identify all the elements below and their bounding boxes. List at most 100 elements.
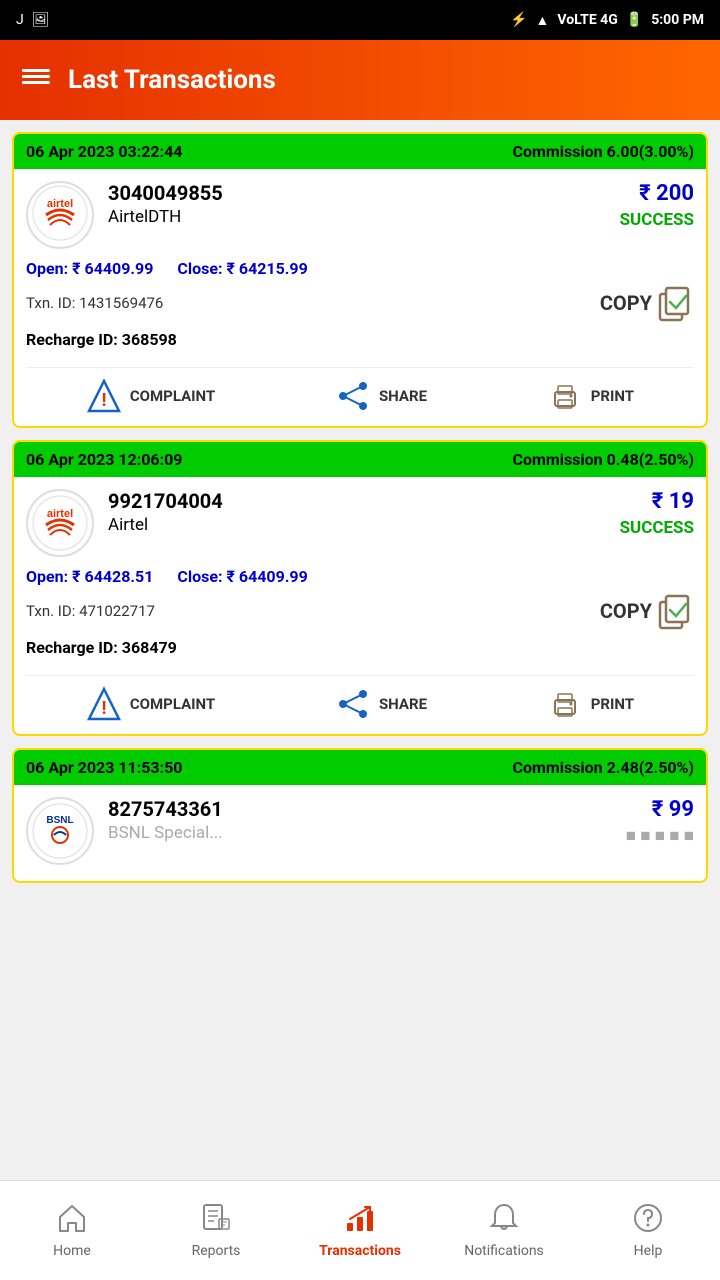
svg-text:BSNL: BSNL — [46, 815, 73, 826]
nav-reports[interactable]: Reports — [144, 1199, 288, 1259]
txn-top-row-1: airtel 3040049855 AirtelDTH ₹ 200 SUCCES… — [26, 181, 694, 249]
copy-button-2[interactable]: COPY — [600, 592, 694, 630]
network-label: VoLTE 4G — [557, 12, 617, 28]
txn-date-2: 06 Apr 2023 12:06:09 — [26, 450, 182, 469]
print-label-1: PRINT — [591, 387, 634, 405]
header: Last Transactions — [0, 40, 720, 120]
home-icon — [53, 1199, 91, 1237]
nav-home[interactable]: Home — [0, 1199, 144, 1259]
svg-text:!: ! — [101, 698, 106, 719]
time-label: 5:00 PM — [651, 12, 704, 28]
txn-id-1: Txn. ID: 1431569476 — [26, 294, 163, 312]
txn-actions-2: ! COMPLAINT SHARE — [26, 675, 694, 722]
notifications-icon — [485, 1199, 523, 1237]
gallery-icon: 🖼 — [32, 12, 50, 28]
bsnl-logo-3: BSNL — [32, 803, 88, 859]
txn-balance-row-2: Open: ₹ 64428.51 Close: ₹ 64409.99 — [26, 567, 694, 586]
provider-logo-1: airtel — [26, 181, 94, 249]
print-button-2[interactable]: PRINT — [547, 686, 634, 722]
provider-logo-3: BSNL — [26, 797, 94, 865]
txn-close-1: Close: ₹ 64215.99 — [177, 259, 307, 278]
txn-provider-name-2: Airtel — [108, 515, 620, 535]
txn-date-1: 06 Apr 2023 03:22:44 — [26, 142, 182, 161]
status-left: J 🖼 — [16, 12, 50, 28]
txn-close-2: Close: ₹ 64409.99 — [177, 567, 307, 586]
svg-text:airtel: airtel — [47, 198, 73, 210]
txn-commission-1: Commission 6.00(3.00%) — [513, 142, 695, 161]
bluetooth-icon: ⚡ — [510, 12, 527, 28]
txn-header-2: 06 Apr 2023 12:06:09 Commission 0.48(2.5… — [14, 442, 706, 477]
txn-balance-row-1: Open: ₹ 64409.99 Close: ₹ 64215.99 — [26, 259, 694, 278]
status-bar: J 🖼 ⚡ ▲ VoLTE 4G 🔋 5:00 PM — [0, 0, 720, 40]
copy-label-2: COPY — [600, 599, 652, 623]
complaint-icon-1: ! — [86, 378, 122, 414]
txn-actions-1: ! COMPLAINT SHARE — [26, 367, 694, 414]
txn-info-1: 3040049855 AirtelDTH — [94, 181, 620, 227]
battery-icon: 🔋 — [626, 12, 643, 28]
nav-notifications[interactable]: Notifications — [432, 1199, 576, 1259]
copy-label-1: COPY — [600, 291, 652, 315]
share-button-1[interactable]: SHARE — [335, 378, 427, 414]
share-button-2[interactable]: SHARE — [335, 686, 427, 722]
complaint-button-2[interactable]: ! COMPLAINT — [86, 686, 215, 722]
txn-id-row-1: Txn. ID: 1431569476 COPY — [26, 284, 694, 322]
txn-info-2: 9921704004 Airtel — [94, 489, 620, 535]
transactions-list: 06 Apr 2023 03:22:44 Commission 6.00(3.0… — [0, 120, 720, 1023]
complaint-label-1: COMPLAINT — [130, 387, 215, 405]
recharge-id-2: Recharge ID: 368479 — [26, 638, 694, 657]
transaction-card-3: 06 Apr 2023 11:53:50 Commission 2.48(2.5… — [12, 748, 708, 883]
txn-amount-3: ₹ 99 — [626, 797, 694, 822]
help-icon — [629, 1199, 667, 1237]
txn-body-1: airtel 3040049855 AirtelDTH ₹ 200 SUCCES… — [14, 169, 706, 426]
txn-body-2: airtel 9921704004 Airtel ₹ 19 SUCCESS Op… — [14, 477, 706, 734]
txn-amount-block-2: ₹ 19 SUCCESS — [620, 489, 694, 538]
nav-help-label: Help — [634, 1243, 663, 1259]
txn-commission-3: Commission 2.48(2.50%) — [513, 758, 695, 777]
txn-header-3: 06 Apr 2023 11:53:50 Commission 2.48(2.5… — [14, 750, 706, 785]
nav-home-label: Home — [53, 1243, 91, 1259]
print-button-1[interactable]: PRINT — [547, 378, 634, 414]
share-icon-1 — [335, 378, 371, 414]
txn-id-2: Txn. ID: 471022717 — [26, 602, 155, 620]
txn-id-row-2: Txn. ID: 471022717 COPY — [26, 592, 694, 630]
page-title: Last Transactions — [68, 65, 276, 95]
complaint-icon-2: ! — [86, 686, 122, 722]
nav-transactions[interactable]: Transactions — [288, 1199, 432, 1259]
bottom-nav: Home Reports Transaction — [0, 1180, 720, 1280]
txn-top-row-2: airtel 9921704004 Airtel ₹ 19 SUCCESS — [26, 489, 694, 557]
svg-text:airtel: airtel — [47, 508, 73, 520]
txn-open-1: Open: ₹ 64409.99 — [26, 259, 153, 278]
print-icon-1 — [547, 378, 583, 414]
txn-number-1: 3040049855 — [108, 181, 620, 205]
txn-open-2: Open: ₹ 64428.51 — [26, 567, 153, 586]
complaint-label-2: COMPLAINT — [130, 695, 215, 713]
print-label-2: PRINT — [591, 695, 634, 713]
nav-help[interactable]: Help — [576, 1199, 720, 1259]
menu-icon[interactable] — [20, 61, 52, 100]
airtel-logo-2: airtel — [32, 495, 88, 551]
nav-notifications-label: Notifications — [464, 1243, 544, 1259]
complaint-button-1[interactable]: ! COMPLAINT — [86, 378, 215, 414]
txn-status-3: ■ ■ ■ ■ ■ — [626, 826, 694, 846]
carrier-icon: J — [16, 12, 24, 28]
txn-commission-2: Commission 0.48(2.50%) — [513, 450, 695, 469]
recharge-id-1: Recharge ID: 368598 — [26, 330, 694, 349]
nav-transactions-label: Transactions — [319, 1243, 401, 1259]
airtel-logo-1: airtel — [32, 185, 88, 245]
share-label-1: SHARE — [379, 387, 427, 405]
txn-top-row-3: BSNL 8275743361 BSNL Special... ₹ 99 ■ ■… — [26, 797, 694, 865]
txn-amount-2: ₹ 19 — [620, 489, 694, 514]
txn-provider-name-3: BSNL Special... — [108, 823, 626, 843]
txn-number-2: 9921704004 — [108, 489, 620, 513]
txn-body-3: BSNL 8275743361 BSNL Special... ₹ 99 ■ ■… — [14, 785, 706, 881]
print-icon-2 — [547, 686, 583, 722]
share-icon-2 — [335, 686, 371, 722]
transaction-card-2: 06 Apr 2023 12:06:09 Commission 0.48(2.5… — [12, 440, 708, 736]
provider-logo-2: airtel — [26, 489, 94, 557]
nav-reports-label: Reports — [192, 1243, 241, 1259]
txn-amount-1: ₹ 200 — [620, 181, 694, 206]
svg-text:!: ! — [101, 390, 106, 411]
copy-button-1[interactable]: COPY — [600, 284, 694, 322]
txn-info-3: 8275743361 BSNL Special... — [94, 797, 626, 843]
txn-header-1: 06 Apr 2023 03:22:44 Commission 6.00(3.0… — [14, 134, 706, 169]
